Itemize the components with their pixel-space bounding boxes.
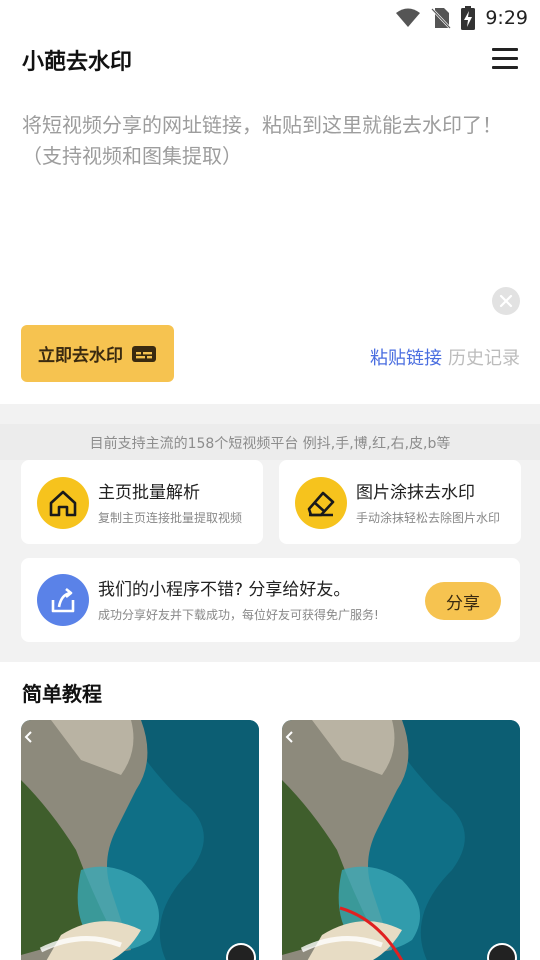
tutorial-image-2[interactable]: [282, 720, 520, 960]
paste-link-button[interactable]: 粘贴链接: [370, 344, 442, 370]
share-subtitle: 成功分享好友并下载成功，每位好友可获得免广服务!: [98, 608, 379, 622]
close-circle-icon[interactable]: [492, 287, 520, 315]
share-button[interactable]: 分享: [425, 582, 501, 620]
history-button[interactable]: 历史记录: [448, 344, 520, 370]
eraser-icon: [295, 477, 347, 529]
share-title: 我们的小程序不错? 分享给好友。: [98, 580, 351, 600]
status-bar: 9:29: [0, 0, 540, 36]
status-icons: 9:29: [395, 6, 528, 30]
status-time: 9:29: [485, 7, 528, 29]
app-title: 小葩去水印: [22, 50, 133, 75]
remove-watermark-button[interactable]: 立即去水印: [21, 325, 174, 382]
share-upload-icon: [37, 574, 89, 626]
image-erase-subtitle: 手动涂抹轻松去除图片水印: [356, 511, 501, 525]
batch-parse-card[interactable]: 主页批量解析 复制主页连接批量提取视频: [21, 460, 263, 544]
link-input[interactable]: [22, 110, 518, 310]
subtitle-box-icon: [132, 345, 156, 362]
tutorial-section: 简单教程: [0, 662, 540, 960]
image-erase-card[interactable]: 图片涂抹去水印 手动涂抹轻松去除图片水印: [279, 460, 521, 544]
remove-watermark-label: 立即去水印: [38, 346, 123, 366]
wifi-icon: [396, 8, 421, 27]
batch-parse-title: 主页批量解析: [98, 483, 200, 503]
support-note: 目前支持主流的158个短视频平台 例抖,手,博,红,右,皮,b等: [89, 436, 451, 452]
batch-parse-subtitle: 复制主页连接批量提取视频: [98, 511, 243, 525]
tutorial-title: 简单教程: [22, 682, 102, 706]
no-sim-icon: [431, 8, 452, 29]
image-erase-title: 图片涂抹去水印: [356, 483, 475, 503]
app-bar: 小葩去水印: [0, 36, 540, 88]
support-strip: 目前支持主流的158个短视频平台 例抖,手,博,红,右,皮,b等: [0, 424, 540, 460]
link-input-card: 立即去水印 粘贴链接 历史记录: [0, 88, 540, 404]
home-icon: [37, 477, 89, 529]
battery-charging-icon: [461, 6, 476, 30]
hamburger-menu-icon[interactable]: [492, 46, 520, 70]
share-card: 我们的小程序不错? 分享给好友。 成功分享好友并下载成功，每位好友可获得免广服务…: [21, 558, 520, 642]
tutorial-image-1[interactable]: [21, 720, 259, 960]
